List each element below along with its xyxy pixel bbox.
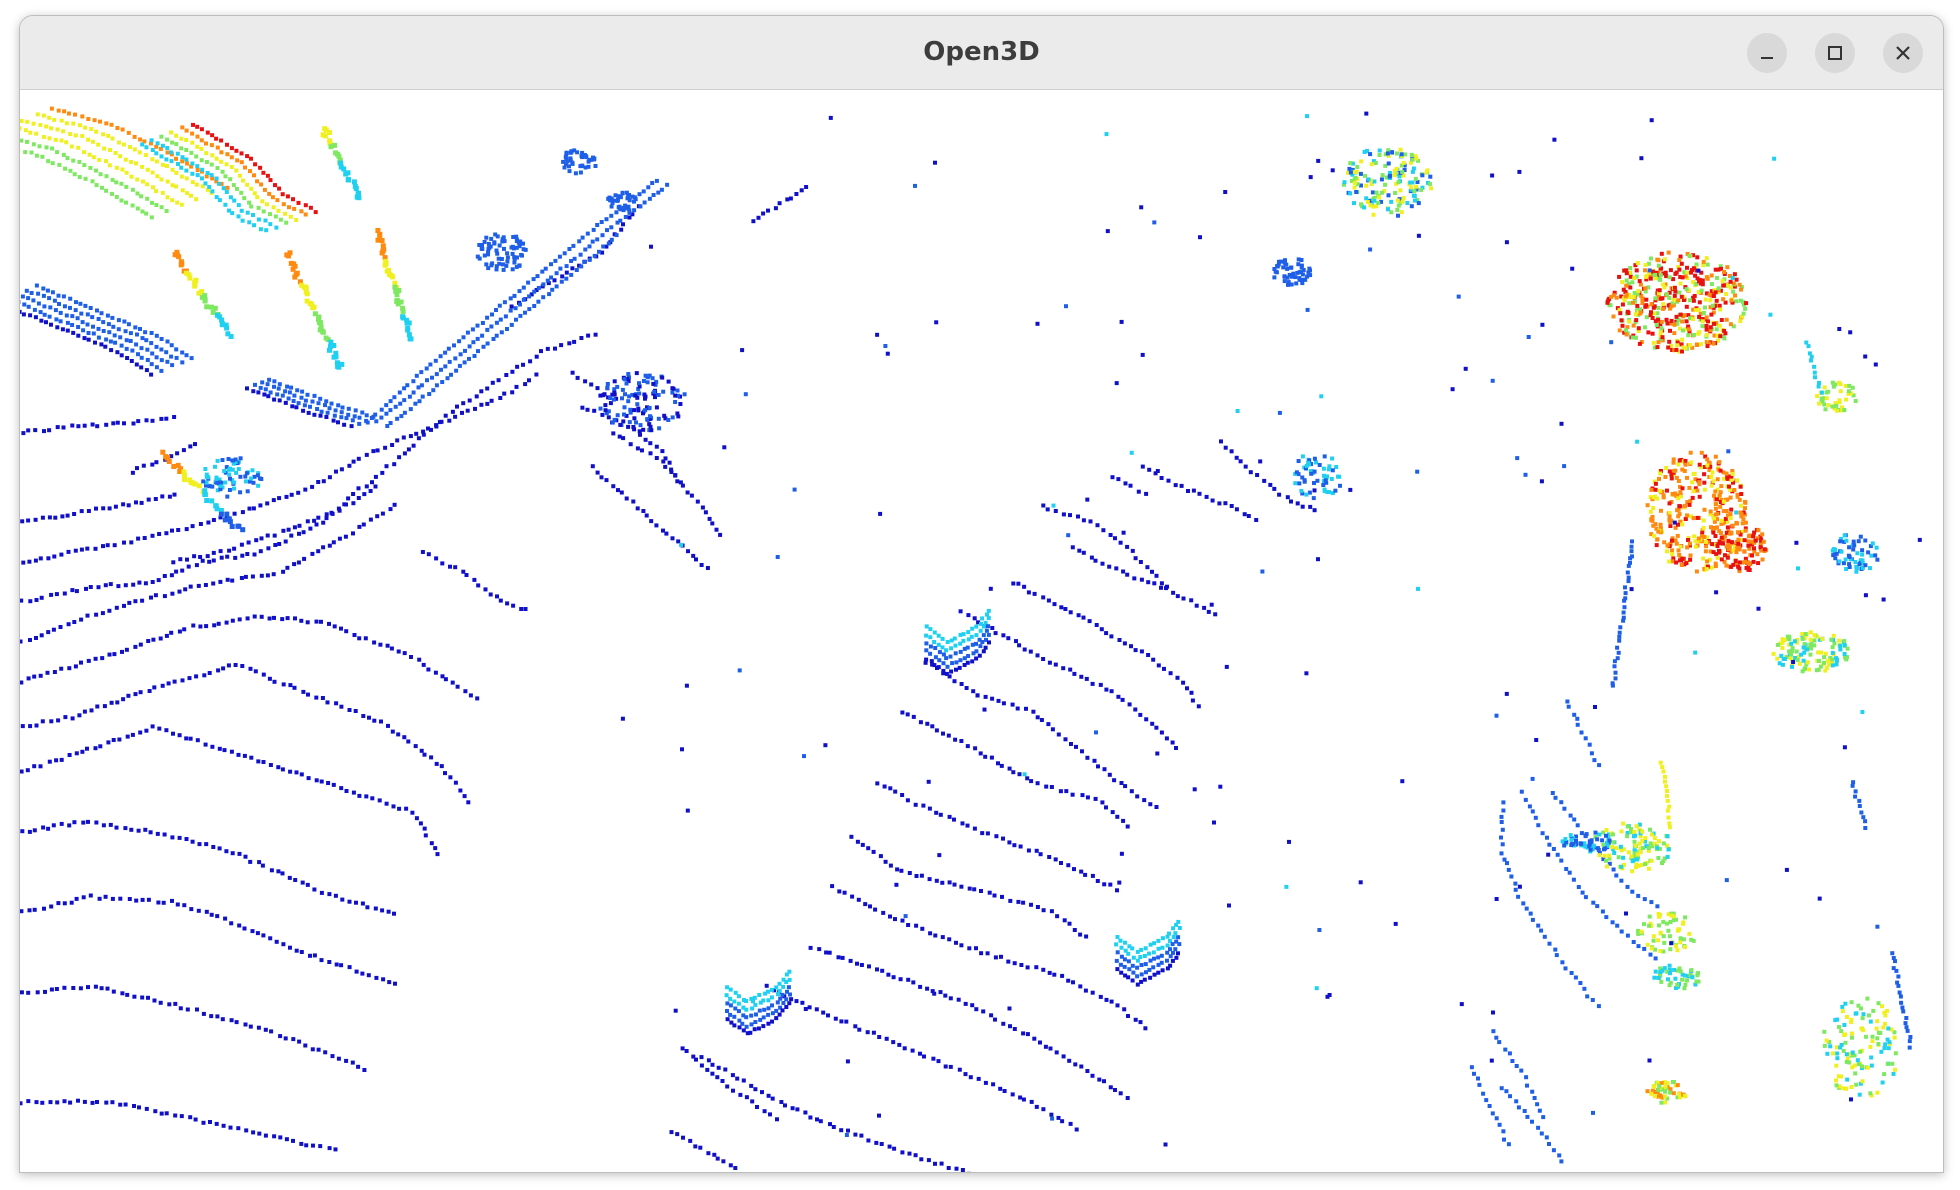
pole-object — [202, 488, 224, 513]
car-cluster — [1293, 454, 1342, 501]
curb-line — [374, 182, 670, 424]
ground-scan-line — [680, 1046, 779, 1122]
ground-scan-line — [764, 983, 1079, 1132]
ground-scan-line — [20, 819, 396, 916]
ground-scan-line — [20, 984, 367, 1072]
ground-scan-line — [669, 1130, 738, 1170]
ground-scan-line — [830, 884, 1148, 1031]
pole-object — [1658, 760, 1672, 830]
pole-object — [1610, 539, 1634, 688]
ground-scan-line — [20, 663, 471, 805]
tree-cluster — [1341, 147, 1434, 218]
ground-scan-line — [20, 492, 177, 524]
pole-object — [375, 228, 388, 261]
building-wall — [20, 294, 175, 368]
pole-object — [312, 311, 331, 343]
ground-scan-line — [1565, 699, 1602, 768]
pole-object — [214, 312, 234, 339]
car-cluster — [598, 371, 687, 434]
tree-canopy — [1645, 450, 1748, 574]
ground-scan-line — [958, 609, 1178, 750]
ground-scan-line — [875, 781, 1119, 893]
pole-object — [160, 449, 184, 474]
ground-scan-line — [1469, 1065, 1511, 1147]
building-wall — [169, 130, 299, 222]
pole-object — [183, 270, 205, 296]
object-cluster — [1652, 963, 1701, 991]
ground-scan-line — [1499, 1086, 1564, 1164]
pole-object — [284, 250, 303, 285]
maximize-icon — [1828, 46, 1842, 60]
close-icon — [1896, 46, 1910, 60]
pole-object — [400, 314, 414, 342]
minimize-icon — [1761, 57, 1773, 59]
car-cluster — [561, 148, 598, 176]
maximize-button[interactable] — [1815, 33, 1855, 73]
pole-object — [172, 249, 189, 274]
pole-object — [1804, 340, 1824, 395]
ground-scan-line — [20, 893, 397, 986]
ground-scan-line — [1041, 503, 1169, 589]
pole-object — [299, 282, 317, 311]
close-button[interactable] — [1883, 33, 1923, 73]
bush-cluster — [1822, 996, 1898, 1098]
object-cluster — [1645, 1080, 1688, 1105]
car-cluster — [1272, 257, 1313, 287]
ground-scan-line — [751, 185, 809, 224]
ground-scan-line — [21, 415, 177, 436]
pole-object — [218, 511, 246, 533]
ground-scan-line — [849, 834, 1089, 939]
pole-object — [320, 126, 333, 146]
car-cluster — [475, 232, 528, 272]
ground-scan-line — [20, 1098, 338, 1152]
ground-scan-line — [1070, 545, 1218, 617]
point-cloud-viewport[interactable] — [20, 90, 1943, 1172]
open3d-window: Open3D — [19, 15, 1944, 1173]
ground-scan-line — [611, 431, 723, 537]
building-wall — [24, 288, 185, 365]
pole-object — [338, 160, 351, 183]
ground-scan-line — [420, 550, 528, 611]
ground-scan-line — [20, 614, 480, 701]
minimize-button[interactable] — [1747, 33, 1787, 73]
title-bar[interactable]: Open3D — [20, 16, 1943, 90]
ground-scan-line — [923, 660, 1159, 809]
window-title: Open3D — [923, 37, 1040, 67]
building-wall — [191, 122, 318, 215]
ground-scan-line — [1110, 475, 1149, 496]
tree-canopy — [1605, 250, 1749, 354]
pole-object — [1890, 951, 1913, 1050]
bush-cluster — [1815, 380, 1858, 413]
pole-object — [351, 179, 362, 201]
pole-object — [1850, 780, 1868, 830]
bush-cluster — [1830, 533, 1880, 574]
car-cluster — [201, 456, 264, 499]
ground-scan-line — [1499, 800, 1601, 1009]
bush-cluster — [1771, 630, 1850, 674]
ground-scan-line — [590, 464, 710, 570]
pole-object — [392, 284, 406, 315]
point-cloud-canvas — [20, 106, 1922, 1172]
tree-canopy — [1715, 520, 1769, 574]
ground-scan-line — [699, 1055, 971, 1172]
ground-scan-line — [20, 724, 440, 857]
building-wall — [253, 382, 362, 426]
pole-object — [327, 339, 345, 370]
ground-scan-line — [1140, 464, 1259, 522]
